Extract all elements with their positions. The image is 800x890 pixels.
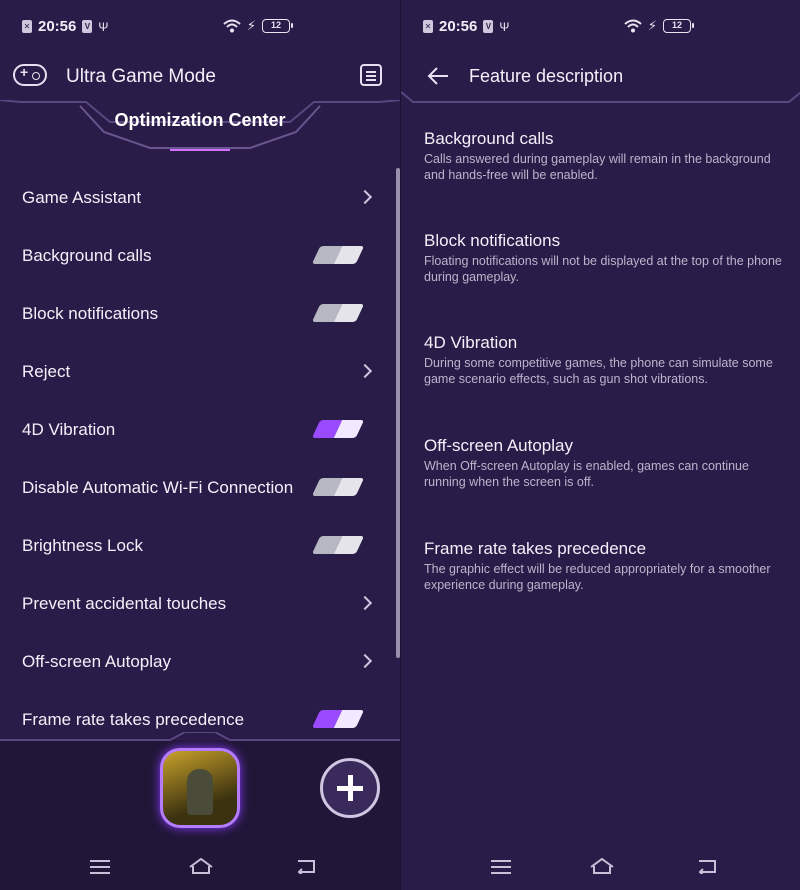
setting-background-calls: Background calls bbox=[0, 226, 390, 284]
left-screen: ✕ 20:56 V Ψ ⚡ 12 Ultra Game Mode Optimiz… bbox=[0, 0, 400, 890]
block-notifications-toggle[interactable] bbox=[311, 304, 365, 322]
setting-label: Disable Automatic Wi-Fi Connection bbox=[22, 477, 294, 497]
status-left: ✕ 20:56 V Ψ bbox=[22, 18, 108, 35]
description-item: 4D Vibration During some competitive gam… bbox=[424, 332, 784, 387]
right-screen: ✕ 20:56 V Ψ ⚡ 12 Feature description Bac… bbox=[400, 0, 800, 890]
setting-off-screen-autoplay[interactable]: Off-screen Autoplay bbox=[0, 632, 390, 690]
app-header: Ultra Game Mode bbox=[0, 54, 400, 104]
wifi-icon bbox=[624, 19, 642, 33]
network-icon: V bbox=[82, 20, 93, 33]
description-text: During some competitive games, the phone… bbox=[424, 356, 773, 386]
status-left: ✕ 20:56 V Ψ bbox=[423, 18, 509, 35]
description-item: Frame rate takes precedence The graphic … bbox=[424, 538, 784, 593]
section-title: Optimization Center bbox=[114, 110, 286, 130]
back-arrow-icon[interactable] bbox=[427, 66, 449, 86]
setting-4d-vibration: 4D Vibration bbox=[0, 400, 390, 458]
charging-icon: ⚡ bbox=[246, 18, 256, 33]
setting-prevent-accidental-touches[interactable]: Prevent accidental touches bbox=[0, 574, 390, 632]
setting-label: Background calls bbox=[22, 245, 152, 265]
wifi-icon bbox=[223, 19, 241, 33]
description-title: Block notifications bbox=[424, 231, 561, 250]
4d-vibration-toggle[interactable] bbox=[311, 420, 365, 438]
description-text: Floating notifications will not be displ… bbox=[424, 254, 782, 284]
setting-label: Prevent accidental touches bbox=[22, 593, 227, 613]
description-text: Calls answered during gameplay will rema… bbox=[424, 152, 771, 182]
background-calls-toggle[interactable] bbox=[311, 246, 365, 264]
sim-icon: ✕ bbox=[423, 20, 433, 33]
game-app-icon[interactable] bbox=[160, 748, 240, 828]
back-icon[interactable] bbox=[296, 858, 316, 874]
chevron-right-icon bbox=[357, 189, 373, 205]
usb-icon: Ψ bbox=[98, 19, 109, 34]
setting-reject[interactable]: Reject bbox=[0, 342, 390, 400]
description-text: The graphic effect will be reduced appro… bbox=[424, 562, 771, 592]
battery-indicator: 12 bbox=[663, 19, 694, 33]
sim-icon: ✕ bbox=[22, 20, 32, 33]
setting-label: Frame rate takes precedence bbox=[22, 709, 245, 729]
page-title: Ultra Game Mode bbox=[66, 66, 216, 87]
setting-label: Reject bbox=[22, 361, 71, 381]
page-title: Feature description bbox=[469, 66, 624, 86]
battery-indicator: 12 bbox=[262, 19, 293, 33]
menu-icon[interactable] bbox=[491, 859, 511, 875]
navigation-bar bbox=[401, 850, 800, 890]
status-right: ⚡ 12 bbox=[223, 18, 293, 34]
setting-label: Off-screen Autoplay bbox=[22, 651, 171, 671]
add-icon[interactable] bbox=[320, 758, 380, 818]
frame-rate-toggle[interactable] bbox=[311, 710, 365, 728]
navigation-bar bbox=[0, 850, 400, 890]
brightness-lock-toggle[interactable] bbox=[311, 536, 365, 554]
setting-block-notifications: Block notifications bbox=[0, 284, 390, 342]
header-decoration bbox=[401, 91, 800, 103]
setting-disable-auto-wifi: Disable Automatic Wi-Fi Connection bbox=[0, 458, 390, 516]
setting-label: Block notifications bbox=[22, 303, 159, 323]
usb-icon: Ψ bbox=[499, 19, 510, 34]
home-icon[interactable] bbox=[188, 858, 214, 874]
status-time: 20:56 bbox=[439, 18, 478, 35]
dock-decoration bbox=[0, 732, 400, 741]
setting-game-assistant[interactable]: Game Assistant bbox=[0, 168, 390, 226]
description-title: 4D Vibration bbox=[424, 333, 518, 352]
setting-label: Brightness Lock bbox=[22, 535, 143, 555]
back-icon[interactable] bbox=[697, 858, 717, 874]
gamepad-icon[interactable] bbox=[13, 64, 47, 86]
status-bar: ✕ 20:56 V Ψ ⚡ 12 bbox=[401, 0, 800, 54]
chevron-right-icon bbox=[357, 653, 373, 669]
notes-icon[interactable] bbox=[360, 64, 382, 86]
description-item: Block notifications Floating notificatio… bbox=[424, 230, 784, 285]
status-right: ⚡ 12 bbox=[624, 18, 694, 34]
chevron-right-icon bbox=[357, 595, 373, 611]
setting-label: Game Assistant bbox=[22, 187, 142, 207]
setting-brightness-lock: Brightness Lock bbox=[0, 516, 390, 574]
disable-auto-wifi-toggle[interactable] bbox=[311, 478, 365, 496]
chevron-right-icon bbox=[357, 363, 373, 379]
description-item: Background calls Calls answered during g… bbox=[424, 128, 784, 183]
menu-icon[interactable] bbox=[90, 859, 110, 875]
status-time: 20:56 bbox=[38, 18, 77, 35]
home-icon[interactable] bbox=[589, 858, 615, 874]
description-item: Off-screen Autoplay When Off-screen Auto… bbox=[424, 435, 784, 490]
description-title: Background calls bbox=[424, 129, 554, 148]
network-icon: V bbox=[483, 20, 494, 33]
setting-label: 4D Vibration bbox=[22, 419, 116, 439]
description-title: Frame rate takes precedence bbox=[424, 539, 647, 558]
charging-icon: ⚡ bbox=[647, 18, 657, 33]
description-title: Off-screen Autoplay bbox=[424, 436, 573, 455]
status-bar: ✕ 20:56 V Ψ ⚡ 12 bbox=[0, 0, 400, 54]
description-text: When Off-screen Autoplay is enabled, gam… bbox=[424, 459, 749, 489]
